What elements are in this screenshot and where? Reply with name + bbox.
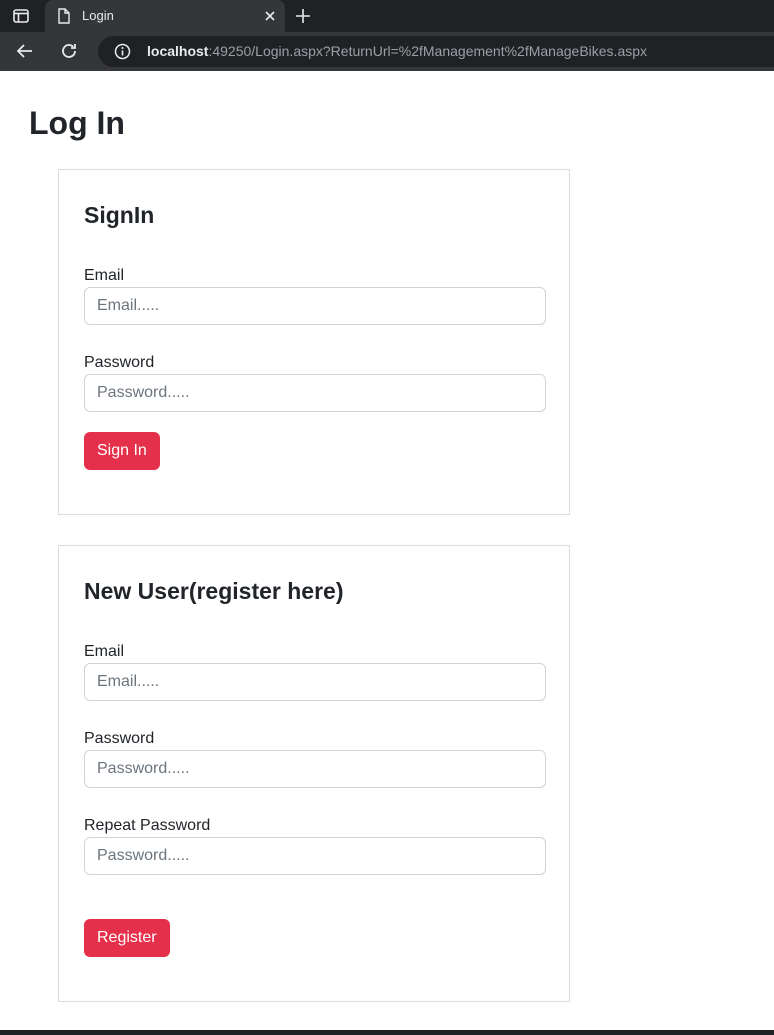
signin-heading: SignIn [84, 202, 155, 228]
info-icon[interactable] [114, 43, 131, 60]
register-password-label: Password [84, 730, 155, 747]
tab-title: Login [82, 8, 114, 23]
register-email-label: Email [84, 643, 125, 660]
close-icon[interactable] [263, 9, 277, 23]
new-tab-icon[interactable] [294, 7, 312, 25]
register-repeat-password-input[interactable] [84, 837, 546, 875]
signin-password-label: Password [84, 354, 155, 371]
url-host: localhost [147, 43, 209, 59]
signin-password-input[interactable] [84, 374, 546, 412]
register-email-input[interactable] [84, 663, 546, 701]
page-title: Log In [29, 105, 125, 141]
url-text: localhost:49250/Login.aspx?ReturnUrl=%2f… [147, 43, 647, 59]
register-card: New User(register here) Email Password R… [58, 545, 570, 1002]
register-password-input[interactable] [84, 750, 546, 788]
signin-card: SignIn Email Password Sign In [58, 169, 570, 515]
register-heading: New User(register here) [84, 578, 344, 604]
browser-tab[interactable]: Login [45, 0, 285, 32]
register-button[interactable]: Register [84, 919, 170, 957]
sign-in-button[interactable]: Sign In [84, 432, 160, 470]
signin-email-label: Email [84, 267, 125, 284]
register-repeat-password-label: Repeat Password [84, 817, 211, 834]
back-arrow-icon[interactable] [15, 41, 35, 61]
taskbar-edge [0, 1030, 774, 1035]
reload-icon[interactable] [59, 41, 79, 61]
page-icon [57, 8, 71, 24]
tab-search-icon[interactable] [12, 8, 30, 24]
address-bar[interactable]: localhost:49250/Login.aspx?ReturnUrl=%2f… [98, 36, 774, 67]
signin-email-input[interactable] [84, 287, 546, 325]
browser-toolbar: localhost:49250/Login.aspx?ReturnUrl=%2f… [0, 32, 774, 71]
browser-tab-strip: Login [0, 0, 774, 32]
url-path: :49250/Login.aspx?ReturnUrl=%2fManagemen… [208, 43, 648, 59]
